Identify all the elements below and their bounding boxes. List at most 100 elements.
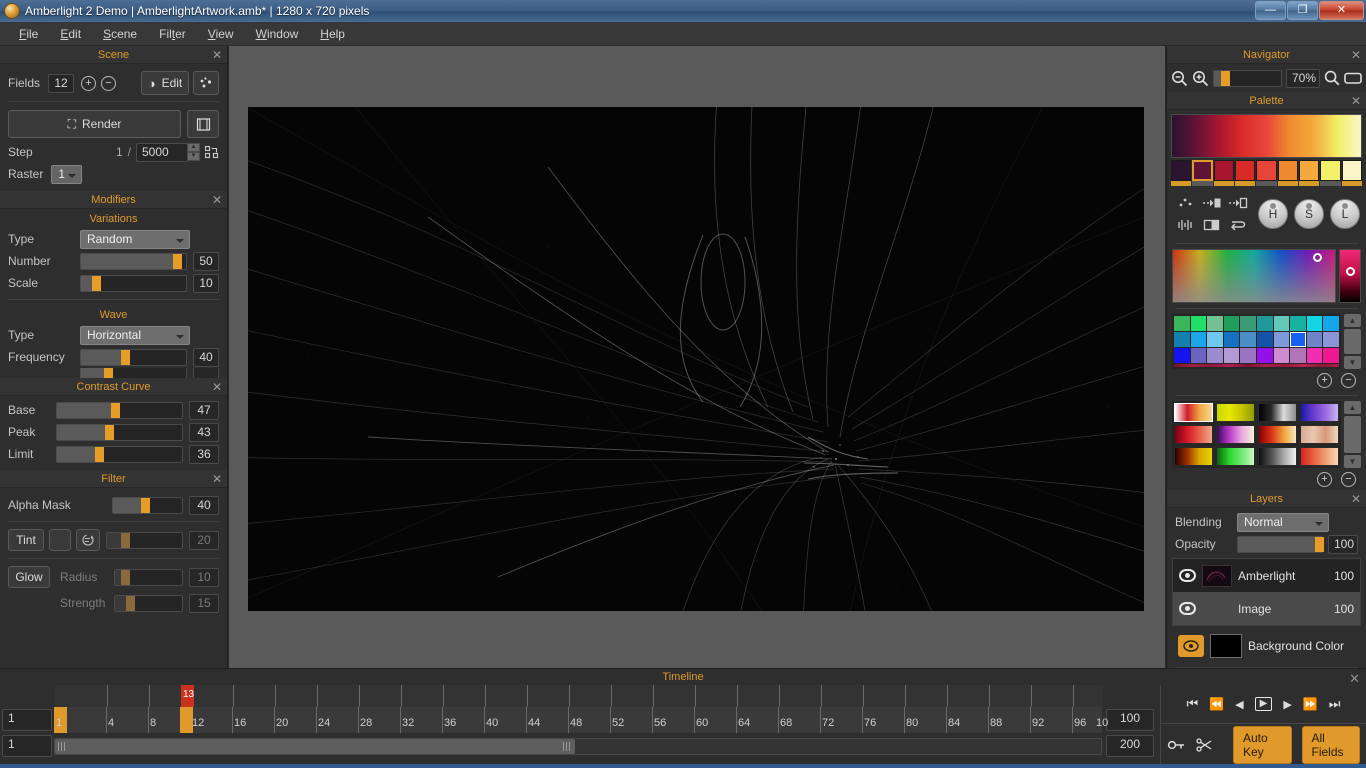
palette-stop[interactable] bbox=[1341, 160, 1362, 186]
playhead-marker[interactable]: 13 bbox=[181, 685, 194, 707]
variations-type-select[interactable]: Random bbox=[80, 229, 190, 249]
distribute-icon[interactable] bbox=[1173, 214, 1199, 236]
wave-clipped-slider[interactable] bbox=[80, 368, 187, 378]
palette-stop[interactable] bbox=[1256, 160, 1277, 186]
play-forward-icon[interactable]: ▶ bbox=[1283, 698, 1291, 711]
color-swatch[interactable] bbox=[1207, 332, 1223, 347]
gradient-preset[interactable] bbox=[1174, 447, 1213, 466]
alpha-mask-slider[interactable] bbox=[112, 496, 183, 514]
auto-key-button[interactable]: Auto Key bbox=[1233, 726, 1292, 764]
step-total-input[interactable]: 5000 bbox=[136, 142, 188, 162]
scatter-dots-icon[interactable] bbox=[1173, 192, 1199, 214]
minus-circle-icon[interactable]: − bbox=[1341, 472, 1356, 487]
eye-amber-icon[interactable] bbox=[1178, 634, 1204, 657]
menu-filter[interactable]: Filter bbox=[148, 24, 197, 44]
tint-amount-slider[interactable] bbox=[106, 531, 183, 549]
glow-strength-value[interactable]: 15 bbox=[189, 593, 219, 613]
slider-knob[interactable] bbox=[1315, 536, 1325, 552]
slider-knob[interactable] bbox=[91, 275, 101, 291]
color-swatch[interactable] bbox=[1223, 332, 1240, 347]
tint-color-swatch[interactable] bbox=[49, 529, 71, 551]
scroll-grip-left[interactable] bbox=[58, 741, 67, 751]
slider-knob[interactable] bbox=[173, 253, 183, 269]
close-icon[interactable]: ✕ bbox=[1351, 93, 1361, 109]
color-swatch[interactable] bbox=[1323, 348, 1339, 363]
color-swatch[interactable] bbox=[1190, 316, 1207, 331]
color-swatch[interactable] bbox=[1306, 332, 1323, 347]
color-swatch[interactable] bbox=[1290, 348, 1306, 363]
menu-file[interactable]: File bbox=[8, 24, 49, 44]
timeline-track-1[interactable]: 1 48 12 16 20 24 28 32 36 40 44 48 52 56 60 64 … bbox=[54, 707, 1108, 733]
glow-radius-value[interactable]: 10 bbox=[189, 567, 219, 587]
scissors-icon[interactable] bbox=[1196, 738, 1213, 752]
plus-circle-icon[interactable]: + bbox=[1317, 472, 1332, 487]
slider-knob[interactable] bbox=[104, 424, 114, 440]
glow-radius-slider[interactable] bbox=[114, 568, 183, 586]
field-edit-button[interactable]: ◑ Edit bbox=[141, 71, 189, 95]
slider-knob[interactable] bbox=[110, 402, 120, 418]
artwork-canvas[interactable] bbox=[248, 107, 1144, 611]
gradient-preset-grid[interactable] bbox=[1174, 403, 1339, 466]
hue-strip[interactable] bbox=[1339, 249, 1361, 303]
tint-toggle-button[interactable]: Tint bbox=[8, 529, 44, 551]
hue-button[interactable]: H bbox=[1258, 199, 1288, 229]
timeline-end1-value[interactable]: 100 bbox=[1106, 709, 1154, 731]
color-swatch[interactable] bbox=[1223, 348, 1240, 363]
render-button[interactable]: ⛶ Render bbox=[8, 110, 181, 138]
timeline-end2-value[interactable]: 200 bbox=[1106, 735, 1154, 757]
zoom-out-icon[interactable] bbox=[1171, 70, 1188, 87]
close-icon[interactable]: ✕ bbox=[212, 47, 222, 63]
menu-help[interactable]: Help bbox=[309, 24, 356, 44]
minus-circle-icon[interactable]: − bbox=[101, 75, 117, 91]
fields-value[interactable]: 12 bbox=[48, 73, 75, 93]
lightness-button[interactable]: L bbox=[1330, 199, 1360, 229]
opacity-value[interactable]: 100 bbox=[1328, 534, 1358, 554]
raster-select[interactable]: 1 bbox=[51, 164, 83, 184]
gradient-preset[interactable] bbox=[1174, 425, 1213, 444]
color-swatch[interactable] bbox=[1223, 316, 1240, 331]
close-icon[interactable]: ✕ bbox=[212, 471, 222, 487]
gradient-preset[interactable] bbox=[1258, 447, 1297, 466]
color-swatch[interactable] bbox=[1257, 316, 1273, 331]
spinner-up-icon[interactable]: ▲ bbox=[187, 143, 200, 152]
palette-stop[interactable] bbox=[1213, 160, 1234, 186]
zoom-fit-icon[interactable] bbox=[1324, 70, 1340, 86]
slider-knob[interactable] bbox=[121, 532, 131, 548]
split-half-icon[interactable] bbox=[1199, 214, 1225, 236]
slider-knob[interactable] bbox=[140, 497, 150, 513]
color-swatch-grid[interactable] bbox=[1174, 316, 1339, 363]
color-swatch[interactable] bbox=[1273, 332, 1290, 347]
contrast-limit-value[interactable]: 36 bbox=[189, 444, 219, 464]
menu-scene[interactable]: Scene bbox=[92, 24, 148, 44]
slider-knob[interactable] bbox=[126, 595, 136, 611]
scroll-thumb[interactable] bbox=[55, 738, 575, 754]
timeline-ruler[interactable]: 13 bbox=[55, 685, 1103, 707]
blending-select[interactable]: Normal bbox=[1237, 512, 1329, 532]
timeline-row1-value[interactable]: 1 bbox=[2, 709, 52, 731]
key-icon[interactable] bbox=[1167, 738, 1186, 752]
scroll-up-icon[interactable]: ▲ bbox=[1344, 314, 1361, 327]
swatch-scroll[interactable]: ▲ ▼ bbox=[1344, 314, 1361, 369]
step-spinner[interactable]: ▲ ▼ bbox=[187, 143, 200, 161]
glow-strength-slider[interactable] bbox=[114, 594, 183, 612]
wave-frequency-slider[interactable] bbox=[80, 348, 187, 366]
random-dots-icon[interactable] bbox=[193, 71, 219, 95]
color-swatch[interactable] bbox=[1207, 316, 1223, 331]
next-frame-icon[interactable]: ⏩ bbox=[1303, 697, 1318, 711]
close-icon[interactable]: ✕ bbox=[1351, 47, 1361, 63]
hue-strip-handle[interactable] bbox=[1346, 266, 1355, 276]
saturation-button[interactable]: S bbox=[1294, 199, 1324, 229]
color-swatch[interactable] bbox=[1323, 316, 1339, 331]
scroll-down-icon[interactable]: ▼ bbox=[1344, 356, 1361, 369]
slider-knob[interactable] bbox=[1220, 70, 1230, 86]
color-swatch[interactable] bbox=[1323, 332, 1339, 347]
scroll-down-icon[interactable]: ▼ bbox=[1344, 455, 1361, 468]
zoom-slider[interactable] bbox=[1213, 69, 1282, 87]
close-icon[interactable]: ✕ bbox=[1351, 491, 1361, 507]
skip-start-icon[interactable]: ⏮ bbox=[1187, 696, 1199, 712]
color-swatch[interactable] bbox=[1306, 316, 1323, 331]
contrast-base-slider[interactable] bbox=[56, 401, 183, 419]
gradient-preset[interactable] bbox=[1258, 403, 1297, 422]
all-fields-button[interactable]: All Fields bbox=[1301, 726, 1360, 764]
preset-scroll[interactable]: ▲ ▼ bbox=[1344, 401, 1361, 468]
